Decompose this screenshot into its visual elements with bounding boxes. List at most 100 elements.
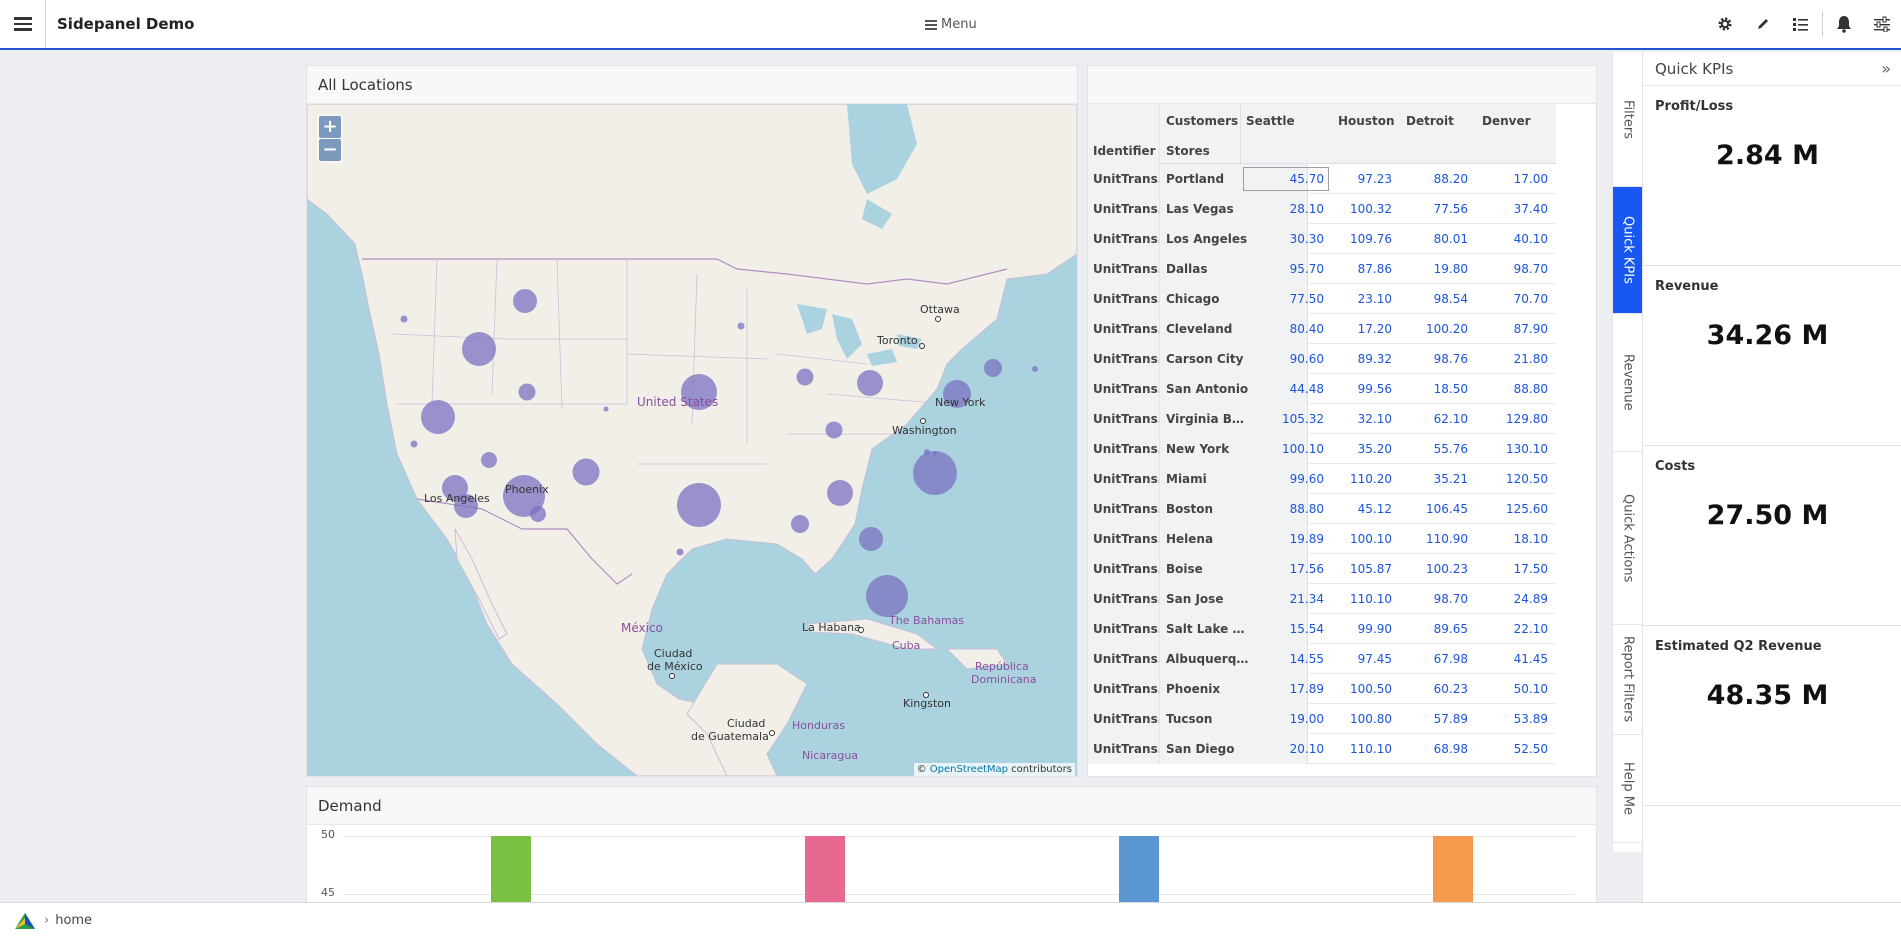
side-tab-report-filters[interactable]: Report Filters bbox=[1613, 625, 1643, 735]
value-cell[interactable]: 20.10 bbox=[1240, 734, 1332, 764]
value-cell[interactable]: 100.23 bbox=[1400, 554, 1476, 584]
value-cell[interactable]: 99.60 bbox=[1240, 464, 1332, 494]
value-cell[interactable]: 89.65 bbox=[1400, 614, 1476, 644]
value-cell[interactable]: 89.32 bbox=[1332, 344, 1400, 374]
demand-bar[interactable] bbox=[805, 836, 845, 905]
value-cell[interactable]: 99.56 bbox=[1332, 374, 1400, 404]
table-row[interactable]: UnitTrans…Miami99.60110.2035.21120.50 bbox=[1088, 464, 1556, 494]
side-tab-quick-kpis[interactable]: Quick KPIs bbox=[1613, 187, 1643, 314]
value-cell[interactable]: 18.10 bbox=[1476, 524, 1556, 554]
value-cell[interactable]: 105.87 bbox=[1332, 554, 1400, 584]
demand-bar[interactable] bbox=[1119, 836, 1159, 905]
kpi-card[interactable]: Costs 27.50 M bbox=[1643, 446, 1901, 626]
side-tab-filters[interactable]: Filters bbox=[1613, 52, 1643, 187]
double-chevron-right-icon[interactable]: » bbox=[1881, 59, 1891, 78]
value-cell[interactable]: 97.45 bbox=[1332, 644, 1400, 674]
table-row[interactable]: UnitTrans…Albuquerq…14.5597.4567.9841.45 bbox=[1088, 644, 1556, 674]
demand-bar[interactable] bbox=[1433, 836, 1473, 905]
value-cell[interactable]: 23.10 bbox=[1332, 284, 1400, 314]
demand-bar[interactable] bbox=[491, 836, 531, 905]
value-cell[interactable]: 77.50 bbox=[1240, 284, 1332, 314]
table-row[interactable]: UnitTrans…Portland45.7097.2388.2017.00 bbox=[1088, 164, 1556, 194]
value-cell[interactable]: 98.76 bbox=[1400, 344, 1476, 374]
zoom-out-button[interactable]: − bbox=[319, 139, 341, 161]
value-cell[interactable]: 17.00 bbox=[1476, 164, 1556, 194]
value-cell[interactable]: 32.10 bbox=[1332, 404, 1400, 434]
value-cell[interactable]: 45.70 bbox=[1240, 164, 1332, 194]
openstreetmap-link[interactable]: OpenStreetMap bbox=[930, 764, 1008, 775]
locations-map[interactable]: United States México Ciudad de México Ot… bbox=[307, 104, 1077, 776]
table-row[interactable]: UnitTrans…Phoenix17.89100.5060.2350.10 bbox=[1088, 674, 1556, 704]
kpi-card[interactable]: Revenue 34.26 M bbox=[1643, 266, 1901, 446]
value-cell[interactable]: 24.89 bbox=[1476, 584, 1556, 614]
value-cell[interactable]: 97.23 bbox=[1332, 164, 1400, 194]
value-cell[interactable]: 35.20 bbox=[1332, 434, 1400, 464]
value-cell[interactable]: 88.20 bbox=[1400, 164, 1476, 194]
menu-button[interactable]: Menu bbox=[925, 17, 977, 32]
value-cell[interactable]: 109.76 bbox=[1332, 224, 1400, 254]
table-row[interactable]: UnitTrans…Chicago77.5023.1098.5470.70 bbox=[1088, 284, 1556, 314]
value-cell[interactable]: 125.60 bbox=[1476, 494, 1556, 524]
value-cell[interactable]: 100.20 bbox=[1400, 314, 1476, 344]
value-cell[interactable]: 100.80 bbox=[1332, 704, 1400, 734]
value-cell[interactable]: 98.70 bbox=[1476, 254, 1556, 284]
table-row[interactable]: UnitTrans…Las Vegas28.10100.3277.5637.40 bbox=[1088, 194, 1556, 224]
value-cell[interactable]: 77.56 bbox=[1400, 194, 1476, 224]
kpi-card[interactable]: Estimated Q2 Revenue 48.35 M bbox=[1643, 626, 1901, 806]
settings-button[interactable] bbox=[1706, 0, 1744, 48]
value-cell[interactable]: 98.70 bbox=[1400, 584, 1476, 614]
table-row[interactable]: UnitTrans…Los Angeles30.30109.7680.0140.… bbox=[1088, 224, 1556, 254]
header-stores[interactable]: Stores bbox=[1166, 144, 1210, 158]
table-row[interactable]: UnitTrans…Helena19.89100.10110.9018.10 bbox=[1088, 524, 1556, 554]
side-tab-help-me[interactable]: Help Me bbox=[1613, 735, 1643, 843]
table-row[interactable]: UnitTrans…Cleveland80.4017.20100.2087.90 bbox=[1088, 314, 1556, 344]
value-cell[interactable]: 21.34 bbox=[1240, 584, 1332, 614]
table-row[interactable]: UnitTrans…San Antonio44.4899.5618.5088.8… bbox=[1088, 374, 1556, 404]
value-cell[interactable]: 110.90 bbox=[1400, 524, 1476, 554]
value-cell[interactable]: 95.70 bbox=[1240, 254, 1332, 284]
value-cell[interactable]: 67.98 bbox=[1400, 644, 1476, 674]
column-header[interactable]: Denver bbox=[1482, 114, 1531, 128]
value-cell[interactable]: 19.89 bbox=[1240, 524, 1332, 554]
value-cell[interactable]: 105.32 bbox=[1240, 404, 1332, 434]
table-row[interactable]: UnitTrans…Tucson19.00100.8057.8953.89 bbox=[1088, 704, 1556, 734]
value-cell[interactable]: 88.80 bbox=[1240, 494, 1332, 524]
value-cell[interactable]: 18.50 bbox=[1400, 374, 1476, 404]
hamburger-button[interactable] bbox=[0, 0, 46, 48]
side-tab-revenue[interactable]: Revenue bbox=[1613, 314, 1643, 452]
value-cell[interactable]: 120.50 bbox=[1476, 464, 1556, 494]
value-cell[interactable]: 100.50 bbox=[1332, 674, 1400, 704]
table-row[interactable]: UnitTrans…Virginia B…105.3232.1062.10129… bbox=[1088, 404, 1556, 434]
value-cell[interactable]: 41.45 bbox=[1476, 644, 1556, 674]
table-row[interactable]: UnitTrans…Carson City90.6089.3298.7621.8… bbox=[1088, 344, 1556, 374]
value-cell[interactable]: 17.50 bbox=[1476, 554, 1556, 584]
value-cell[interactable]: 62.10 bbox=[1400, 404, 1476, 434]
value-cell[interactable]: 99.90 bbox=[1332, 614, 1400, 644]
value-cell[interactable]: 28.10 bbox=[1240, 194, 1332, 224]
value-cell[interactable]: 98.54 bbox=[1400, 284, 1476, 314]
value-cell[interactable]: 129.80 bbox=[1476, 404, 1556, 434]
table-row[interactable]: UnitTrans…New York100.1035.2055.76130.10 bbox=[1088, 434, 1556, 464]
table-row[interactable]: UnitTrans…San Diego20.10110.1068.9852.50 bbox=[1088, 734, 1556, 764]
value-cell[interactable]: 15.54 bbox=[1240, 614, 1332, 644]
value-cell[interactable]: 106.45 bbox=[1400, 494, 1476, 524]
preferences-button[interactable] bbox=[1863, 0, 1901, 48]
value-cell[interactable]: 37.40 bbox=[1476, 194, 1556, 224]
value-cell[interactable]: 130.10 bbox=[1476, 434, 1556, 464]
value-cell[interactable]: 53.89 bbox=[1476, 704, 1556, 734]
store-grid[interactable]: Customers Identifier Stores Seattle Houst… bbox=[1088, 104, 1556, 776]
value-cell[interactable]: 35.21 bbox=[1400, 464, 1476, 494]
value-cell[interactable]: 90.60 bbox=[1240, 344, 1332, 374]
value-cell[interactable]: 68.98 bbox=[1400, 734, 1476, 764]
value-cell[interactable]: 80.01 bbox=[1400, 224, 1476, 254]
value-cell[interactable]: 110.10 bbox=[1332, 584, 1400, 614]
value-cell[interactable]: 17.89 bbox=[1240, 674, 1332, 704]
value-cell[interactable]: 88.80 bbox=[1476, 374, 1556, 404]
zoom-in-button[interactable]: + bbox=[319, 116, 341, 138]
table-row[interactable]: UnitTrans…Dallas95.7087.8619.8098.70 bbox=[1088, 254, 1556, 284]
value-cell[interactable]: 55.76 bbox=[1400, 434, 1476, 464]
value-cell[interactable]: 87.90 bbox=[1476, 314, 1556, 344]
value-cell[interactable]: 57.89 bbox=[1400, 704, 1476, 734]
value-cell[interactable]: 80.40 bbox=[1240, 314, 1332, 344]
value-cell[interactable]: 22.10 bbox=[1476, 614, 1556, 644]
